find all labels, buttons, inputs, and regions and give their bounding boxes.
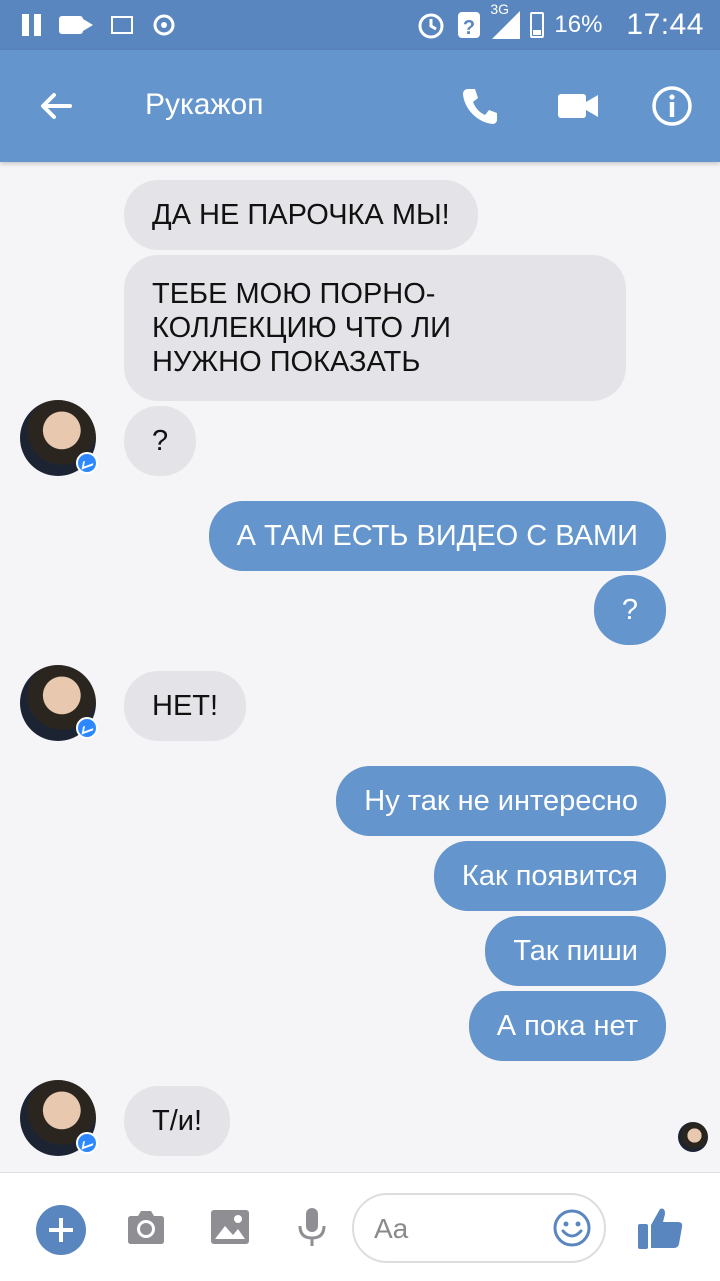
signal-icon bbox=[492, 11, 521, 39]
composer-bar: Aa bbox=[0, 1172, 720, 1281]
message-input-placeholder: Aa bbox=[374, 1213, 409, 1244]
thumbs-up-icon[interactable] bbox=[636, 1205, 686, 1251]
message-incoming[interactable]: ТЕБЕ МОЮ ПОРНО- КОЛЛЕКЦИЮ ЧТО ЛИ НУЖНО П… bbox=[124, 255, 626, 401]
back-arrow-icon[interactable] bbox=[36, 86, 76, 126]
contact-avatar[interactable] bbox=[20, 1080, 98, 1156]
svg-text:?: ? bbox=[463, 17, 475, 39]
phone-icon[interactable] bbox=[458, 84, 502, 128]
sim-unknown-icon: ? bbox=[458, 12, 481, 39]
contact-name[interactable]: Рукажоп bbox=[145, 88, 263, 122]
message-outgoing[interactable]: ? bbox=[593, 575, 666, 645]
message-incoming[interactable]: ? bbox=[124, 406, 197, 476]
seen-indicator-avatar bbox=[678, 1122, 708, 1152]
message-incoming[interactable]: ДА НЕ ПАРОЧКА МЫ! bbox=[124, 180, 478, 250]
plus-icon[interactable] bbox=[36, 1205, 86, 1255]
pause-icon bbox=[22, 14, 41, 36]
info-icon[interactable] bbox=[650, 84, 694, 128]
camera-icon[interactable] bbox=[124, 1205, 168, 1249]
messenger-badge-icon bbox=[76, 717, 98, 739]
message-outgoing[interactable]: А пока нет bbox=[468, 991, 666, 1061]
contact-avatar[interactable] bbox=[20, 400, 98, 476]
message-outgoing[interactable]: Так пиши bbox=[485, 916, 666, 986]
status-bar: ? 3G 16% 17:44 bbox=[0, 0, 720, 50]
message-incoming[interactable]: Т/и! bbox=[124, 1086, 231, 1156]
message-input[interactable]: Aa bbox=[352, 1193, 606, 1263]
alarm-icon bbox=[418, 13, 444, 39]
contact-avatar[interactable] bbox=[20, 665, 98, 741]
message-incoming[interactable]: НЕТ! bbox=[124, 671, 247, 741]
battery-icon bbox=[530, 12, 545, 38]
sync-icon bbox=[153, 14, 175, 36]
emoji-icon[interactable] bbox=[552, 1208, 592, 1248]
video-record-icon bbox=[59, 16, 93, 34]
messenger-badge-icon bbox=[76, 452, 98, 474]
message-outgoing[interactable]: А ТАМ ЕСТЬ ВИДЕО С ВАМИ bbox=[208, 501, 666, 571]
image-icon[interactable] bbox=[208, 1205, 252, 1249]
conversation-header: Рукажоп bbox=[0, 50, 720, 162]
message-outgoing[interactable]: Ну так не интересно bbox=[336, 766, 666, 836]
message-outgoing[interactable]: Как появится bbox=[433, 841, 666, 911]
battery-level: 16% bbox=[554, 11, 603, 38]
gallery-icon bbox=[111, 16, 133, 34]
video-camera-icon[interactable] bbox=[556, 84, 600, 128]
microphone-icon[interactable] bbox=[290, 1205, 334, 1249]
messenger-badge-icon bbox=[76, 1132, 98, 1154]
clock: 17:44 bbox=[626, 8, 704, 41]
